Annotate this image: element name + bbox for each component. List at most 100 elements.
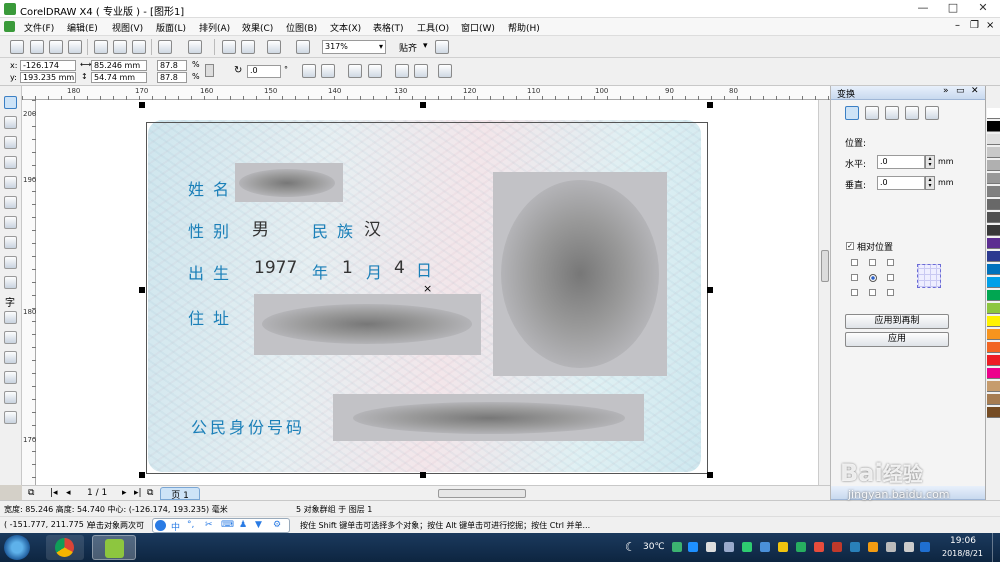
menu-layout[interactable]: 版面(L)	[156, 21, 186, 34]
color-swatch[interactable]	[987, 303, 1000, 314]
anchor-middle-left[interactable]	[851, 274, 858, 281]
position-mode-icon[interactable]	[845, 106, 859, 120]
network-icon[interactable]	[886, 542, 896, 552]
volume-icon[interactable]	[904, 542, 914, 552]
save-icon[interactable]	[49, 40, 63, 54]
height-field[interactable]: 54.74 mm	[91, 72, 147, 83]
outline-tool-icon[interactable]	[4, 371, 17, 384]
copy-icon[interactable]	[113, 40, 127, 54]
ime-tools-icon[interactable]: ✂	[205, 520, 213, 530]
import-icon[interactable]	[222, 40, 236, 54]
ime-settings-icon[interactable]: ⚙	[273, 520, 281, 530]
menu-bitmaps[interactable]: 位图(B)	[286, 21, 317, 34]
color-swatch[interactable]	[987, 212, 1000, 223]
color-swatch[interactable]	[987, 264, 1000, 275]
color-swatch[interactable]	[987, 199, 1000, 210]
network-signal-icon[interactable]	[724, 542, 734, 552]
paste-icon[interactable]	[132, 40, 146, 54]
tray-app-icon[interactable]	[920, 542, 930, 552]
ime-mode-indicator[interactable]: 中	[171, 520, 180, 533]
notification-icon[interactable]	[706, 542, 716, 552]
anchor-bottom-left[interactable]	[851, 289, 858, 296]
security-shield-icon[interactable]	[760, 542, 770, 552]
show-desktop-button[interactable]	[992, 533, 1000, 562]
add-page-icon[interactable]: ⧉	[147, 488, 153, 498]
tray-app-icon[interactable]	[814, 542, 824, 552]
eyedropper-tool-icon[interactable]	[4, 351, 17, 364]
shape-tool-icon[interactable]	[4, 116, 17, 129]
color-swatch[interactable]	[987, 407, 1000, 418]
options-icon[interactable]	[435, 40, 449, 54]
export-icon[interactable]	[241, 40, 255, 54]
color-swatch[interactable]	[987, 290, 1000, 301]
tray-app-icon[interactable]	[688, 542, 698, 552]
color-swatch[interactable]	[987, 108, 1000, 119]
menu-window[interactable]: 窗口(W)	[461, 21, 495, 34]
anchor-center[interactable]	[869, 274, 877, 282]
width-field[interactable]: 85.246 mm	[91, 60, 147, 71]
group-icon[interactable]	[348, 64, 362, 78]
ime-punctuation-icon[interactable]: °,	[187, 520, 194, 530]
vertical-scrollbar[interactable]	[818, 100, 830, 485]
menu-edit[interactable]: 编辑(E)	[67, 21, 98, 34]
interactive-fill-tool-icon[interactable]	[4, 411, 17, 424]
anchor-top-center[interactable]	[869, 259, 876, 266]
rotate-mode-icon[interactable]	[865, 106, 879, 120]
anchor-bottom-center[interactable]	[869, 289, 876, 296]
next-page-icon[interactable]: ▸	[122, 488, 127, 498]
selection-handle[interactable]	[707, 472, 713, 478]
mirror-vertical-icon[interactable]	[321, 64, 335, 78]
menu-effects[interactable]: 效果(C)	[242, 21, 273, 34]
docker-expand-icon[interactable]: »	[943, 86, 949, 96]
undo-icon[interactable]	[158, 40, 172, 54]
ungroup-icon[interactable]	[368, 64, 382, 78]
tray-app-icon[interactable]	[832, 542, 842, 552]
selection-handle[interactable]	[139, 287, 145, 293]
vertical-spinner[interactable]: ▴ ▾	[925, 176, 935, 190]
ime-skin-icon[interactable]: ▼	[255, 520, 262, 530]
lock-ratio-icon[interactable]	[205, 64, 214, 77]
anchor-top-right[interactable]	[887, 259, 894, 266]
tray-app-icon[interactable]	[796, 542, 806, 552]
selection-handle[interactable]	[139, 102, 145, 108]
horizontal-position-field[interactable]: .0	[877, 155, 925, 169]
color-swatch[interactable]	[987, 225, 1000, 236]
ime-keyboard-icon[interactable]: ⌨	[221, 520, 234, 530]
chevron-down-icon[interactable]: ▾	[423, 41, 428, 51]
zoom-level-select[interactable]: 317% ▾	[322, 40, 386, 54]
menu-file[interactable]: 文件(F)	[24, 21, 54, 34]
doc-restore-icon[interactable]: ❐	[970, 20, 979, 31]
first-page-icon[interactable]: |◂	[50, 488, 58, 498]
taskbar-chrome[interactable]	[46, 535, 84, 560]
color-swatch[interactable]	[987, 342, 1000, 353]
selection-handle[interactable]	[420, 102, 426, 108]
redo-icon[interactable]	[188, 40, 202, 54]
scale-y-field[interactable]: 87.8	[157, 72, 187, 83]
page-tab[interactable]: 页 1	[160, 487, 200, 501]
last-page-icon[interactable]: ▸|	[134, 488, 142, 498]
ime-toolbar[interactable]: 中 °, ✂ ⌨ ♟ ▼ ⚙	[152, 518, 290, 533]
interactive-blend-tool-icon[interactable]	[4, 331, 17, 344]
menu-arrange[interactable]: 排列(A)	[199, 21, 230, 34]
fill-tool-icon[interactable]	[4, 391, 17, 404]
anchor-top-left[interactable]	[851, 259, 858, 266]
basic-shapes-tool-icon[interactable]	[4, 276, 17, 289]
scale-mirror-mode-icon[interactable]	[885, 106, 899, 120]
selection-handle[interactable]	[707, 102, 713, 108]
doc-close-icon[interactable]: ×	[986, 20, 994, 31]
relative-position-checkbox[interactable]: ✓	[846, 242, 854, 250]
minimize-button[interactable]: —	[908, 0, 938, 16]
color-swatch[interactable]	[987, 238, 1000, 249]
taskbar-coreldraw[interactable]	[92, 535, 136, 560]
menu-tools[interactable]: 工具(O)	[417, 21, 449, 34]
tray-app-icon[interactable]	[672, 542, 682, 552]
vertical-position-field[interactable]: .0	[877, 176, 925, 190]
menu-table[interactable]: 表格(T)	[373, 21, 404, 34]
color-swatch[interactable]	[987, 160, 1000, 171]
horizontal-scrollbar-thumb[interactable]	[438, 489, 526, 498]
table-tool-icon[interactable]	[4, 311, 17, 324]
text-tool-icon[interactable]: 字	[5, 294, 15, 309]
crop-tool-icon[interactable]	[4, 136, 17, 149]
ime-user-icon[interactable]: ♟	[239, 520, 247, 530]
docker-minimize-icon[interactable]: ▭	[956, 86, 965, 96]
